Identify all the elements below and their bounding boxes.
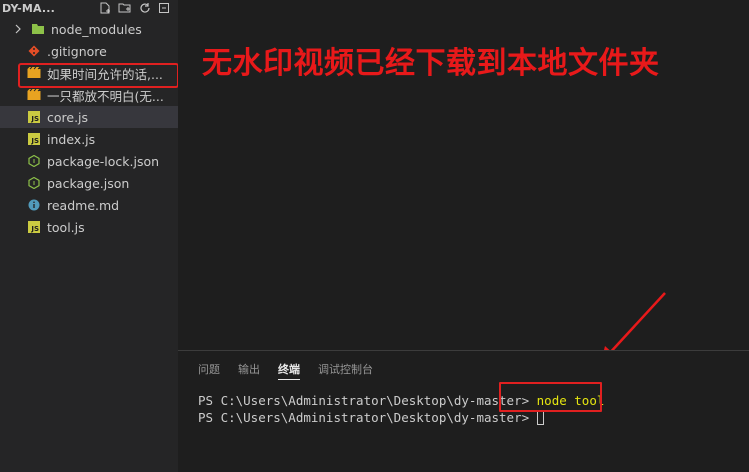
chevron-right-icon[interactable] <box>10 24 26 34</box>
tree-item-label: readme.md <box>47 197 120 213</box>
tree-item-label: .gitignore <box>47 43 107 59</box>
tab-terminal[interactable]: 终端 <box>278 360 300 380</box>
tab-output[interactable]: 输出 <box>238 360 260 380</box>
tree-item-label: node_modules <box>51 21 142 37</box>
tree-item-label: package-lock.json <box>47 153 160 169</box>
file-tree: node_modules .gitignore 如果时间允许的话,... 一只都… <box>0 18 178 238</box>
terminal-command: node tool <box>536 393 605 408</box>
js-file-icon: JS <box>26 131 42 147</box>
video-file-icon <box>26 65 42 81</box>
tree-item-label: tool.js <box>47 219 85 235</box>
tree-item-label: index.js <box>47 131 96 147</box>
explorer-actions <box>99 2 178 14</box>
info-icon <box>26 197 42 213</box>
tree-item-core-js[interactable]: JS core.js <box>0 106 178 128</box>
tab-debug-console[interactable]: 调试控制台 <box>318 360 373 380</box>
refresh-icon[interactable] <box>139 2 151 14</box>
terminal-prompt: PS C:\Users\Administrator\Desktop\dy-mas… <box>198 410 537 425</box>
tree-item-label: core.js <box>47 109 89 125</box>
tree-item-node-modules[interactable]: node_modules <box>0 18 178 40</box>
tree-item-label: package.json <box>47 175 130 191</box>
tree-item-tool-js[interactable]: JS tool.js <box>0 216 178 238</box>
explorer-sidebar: DY-MA... node_modules .gitignore 如果时间允许的… <box>0 0 178 472</box>
video-file-icon <box>26 87 42 103</box>
js-file-icon: JS <box>26 109 42 125</box>
tree-item-gitignore[interactable]: .gitignore <box>0 40 178 62</box>
terminal-line-1: PS C:\Users\Administrator\Desktop\dy-mas… <box>198 392 604 409</box>
terminal-output[interactable]: PS C:\Users\Administrator\Desktop\dy-mas… <box>198 392 604 426</box>
explorer-header: DY-MA... <box>0 0 178 16</box>
json-file-icon <box>26 175 42 191</box>
new-file-icon[interactable] <box>99 2 111 14</box>
panel-tabs: 问题 输出 终端 调试控制台 <box>198 360 391 380</box>
tree-item-index-js[interactable]: JS index.js <box>0 128 178 150</box>
terminal-line-2: PS C:\Users\Administrator\Desktop\dy-mas… <box>198 409 604 426</box>
annotation-headline: 无水印视频已经下载到本地文件夹 <box>202 46 660 81</box>
folder-icon <box>30 21 46 37</box>
new-folder-icon[interactable] <box>118 2 132 14</box>
terminal-prompt: PS C:\Users\Administrator\Desktop\dy-mas… <box>198 393 537 408</box>
tab-problems[interactable]: 问题 <box>198 360 220 380</box>
tree-item-label: 一只都放不明白(无... <box>47 88 164 104</box>
tree-item-label: 如果时间允许的话,... <box>47 66 163 82</box>
tree-item-video-1[interactable]: 如果时间允许的话,... <box>0 62 178 84</box>
tree-item-video-2[interactable]: 一只都放不明白(无... <box>0 84 178 106</box>
tree-item-readme-md[interactable]: readme.md <box>0 194 178 216</box>
git-icon <box>26 43 42 59</box>
workspace-title[interactable]: DY-MA... <box>2 2 99 15</box>
tree-item-package-lock-json[interactable]: package-lock.json <box>0 150 178 172</box>
terminal-cursor <box>536 410 544 425</box>
tree-item-package-json[interactable]: package.json <box>0 172 178 194</box>
js-file-icon: JS <box>26 219 42 235</box>
collapse-all-icon[interactable] <box>158 2 170 14</box>
json-file-icon <box>26 153 42 169</box>
